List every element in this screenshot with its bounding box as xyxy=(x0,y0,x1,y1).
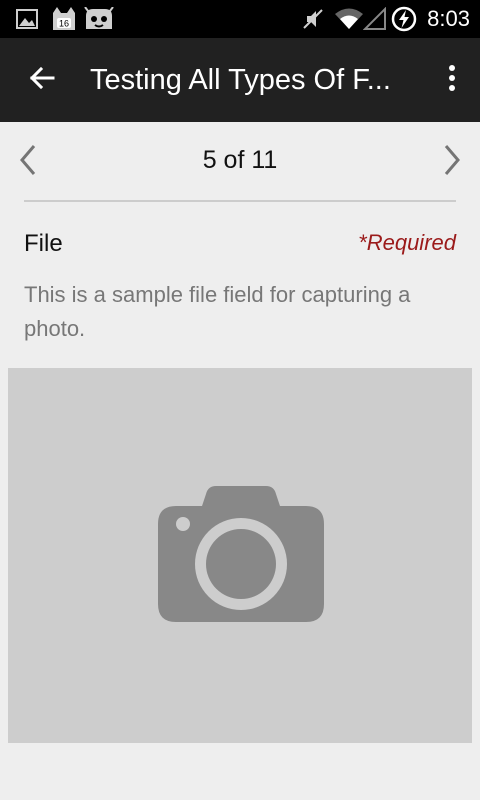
required-indicator: *Required xyxy=(358,230,456,255)
divider xyxy=(24,200,456,202)
image-icon xyxy=(14,6,40,32)
photo-capture-area[interactable] xyxy=(8,368,472,743)
overflow-menu-button[interactable] xyxy=(440,60,464,100)
app-bar: Testing All Types Of F... xyxy=(0,38,480,122)
question-pager: 5 of 11 xyxy=(0,122,480,202)
mute-icon xyxy=(300,6,326,32)
field-label: File xyxy=(24,230,63,257)
signal-icon xyxy=(362,6,388,32)
next-button[interactable] xyxy=(432,140,472,184)
android-face-icon xyxy=(84,6,114,32)
page-title: Testing All Types Of F... xyxy=(90,64,391,96)
back-arrow-icon xyxy=(29,66,55,95)
status-bar: 16 8:03 xyxy=(0,0,480,38)
camera-icon xyxy=(156,486,326,626)
overflow-menu-icon xyxy=(448,64,456,97)
page-indicator: 5 of 11 xyxy=(202,146,278,174)
chevron-right-icon xyxy=(443,144,461,181)
wifi-icon xyxy=(334,6,364,32)
battery-charging-icon xyxy=(390,6,418,32)
field-description: This is a sample file field for capturin… xyxy=(24,282,411,341)
back-button[interactable] xyxy=(18,58,66,102)
cat-notification-icon: 16 xyxy=(50,6,78,32)
status-time: 8:03 xyxy=(427,6,470,31)
notification-badge-text: 16 xyxy=(59,19,69,29)
